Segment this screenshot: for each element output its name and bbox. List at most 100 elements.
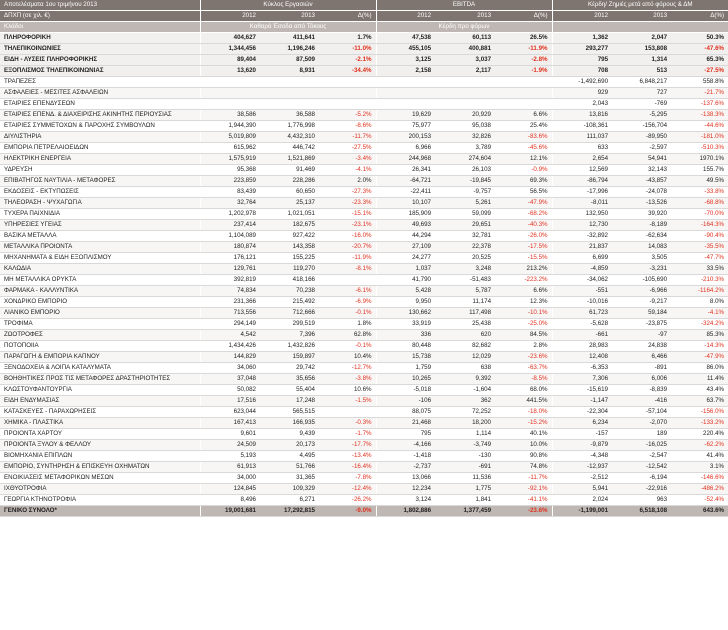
sales-delta: -12.7% [319, 362, 377, 374]
profit-delta: -68.8% [671, 197, 728, 209]
profit-delta: -133.2% [671, 417, 728, 429]
sector-name: ΒΟΗΘΗΤΙΚΕΣ ΠΡΟΣ ΤΙΣ ΜΕΤΑΦΟΡΕΣ ΔΡΑΣΤΗΡΙΟΤ… [0, 373, 200, 385]
profit-2013: -9,217 [612, 296, 672, 308]
table-row: ΦΑΡΜΑΚΑ - ΚΑΛΛΥΝΤΙΚΑ 74,834 70,238 -6.1% 5,4… [0, 285, 728, 297]
sector-name: ΤΡΑΠΕΖΕΣ [0, 76, 200, 88]
profit-2012: -32,892 [551, 230, 613, 242]
ebitda-2013: 32,781 [435, 230, 496, 242]
sales-delta: -3.8% [319, 373, 377, 385]
table-row: ΕΞΟΠΛΙΣΜΟΣ ΤΗΛΕΠΙΚΟΙΝΩΝΙΑΣ 13,620 8,931 -34… [0, 65, 728, 77]
sales-2013 [260, 87, 319, 99]
sales-delta: -1.5% [319, 395, 377, 407]
profit-2012: 633 [551, 142, 613, 154]
table-row: ΕΙΔΗ ΕΝΔΥΜΑΣΙΑΣ 17,516 17,248 -1.5% -106 362 4… [0, 395, 728, 407]
sales-delta: -1.7% [319, 428, 377, 440]
table-row: ΥΔΡΕΥΣΗ 95,368 91,469 -4.1% 26,341 26,103 -0.9… [0, 164, 728, 176]
ebitda-2012: 1,037 [375, 263, 436, 275]
table-row: ΕΜΠΟΡΙΟ, ΣΥΝΤΗΡΗΣΗ & ΕΠΙΣΚΕΥΗ ΟΧΗΜΑΤΩΝ 61… [0, 461, 728, 473]
ebitda-delta [495, 87, 553, 99]
sales-delta [319, 274, 377, 286]
sales-2012: 1,104,089 [199, 230, 260, 242]
sector-name: ΙΧΘΥΟΤΡΟΦΙΑ [0, 483, 200, 495]
sales-delta: -7.8% [319, 472, 377, 484]
profit-2013: -12,542 [612, 461, 672, 473]
sales-2013: 119,270 [260, 263, 319, 275]
sector-name: ΕΤΑΙΡΙΕΣ ΕΠΕΝΔΥΣΕΩΝ [0, 98, 200, 110]
ebitda-2012: 24,277 [375, 252, 436, 264]
sales-delta: -26.2% [319, 494, 377, 506]
sales-2012: 34,000 [199, 472, 260, 484]
profit-2012: -15,619 [551, 384, 613, 396]
sub-profit-label [551, 21, 728, 33]
sales-2013: 51,766 [260, 461, 319, 473]
table-row: ΛΙΑΝΙΚΟ ΕΜΠΟΡΙΟ 713,556 712,666 -0.1% 130,66… [0, 307, 728, 319]
sales-2012 [199, 87, 260, 99]
sales-2012: 392,819 [199, 274, 260, 286]
sales-2013: 55,404 [260, 384, 319, 396]
sector-name: ΕΜΠΟΡΙΟ, ΣΥΝΤΗΡΗΣΗ & ΕΠΙΣΚΕΥΗ ΟΧΗΜΑΤΩΝ [0, 461, 200, 473]
sales-delta: -27.5% [319, 142, 377, 154]
profit-delta: 8.0% [671, 296, 728, 308]
table-row: ΚΑΤΑΣΚΕΥΕΣ - ΠΑΡΑΧΩΡΗΣΕΙΣ 623,044 565,515 8… [0, 406, 728, 418]
profit-delta: 3.1% [671, 461, 728, 473]
sales-delta: -2.1% [319, 54, 377, 66]
ebitda-2013: 20,929 [435, 109, 496, 121]
ebitda-2012 [375, 98, 436, 110]
sales-2013: 1,432,826 [260, 340, 319, 352]
ebitda-2013: -691 [435, 461, 496, 473]
ebitda-delta: 56.5% [495, 186, 553, 198]
table-row: ΗΛΕΚΤΡΙΚΗ ΕΝΕΡΓΕΙΑ 1,575,919 1,521,869 -3.4… [0, 153, 728, 165]
profit-delta: -90.4% [671, 230, 728, 242]
ebitda-2013: 32,826 [435, 131, 496, 143]
profit-2013: 2,047 [612, 32, 672, 44]
ebitda-delta: -1.9% [495, 65, 553, 77]
profit-delta: 1970.1% [671, 153, 728, 165]
ebitda-2013: 95,038 [435, 120, 496, 132]
table-row: ΕΝΟΙΚΙΑΣΕΙΣ ΜΕΤΑΦΟΡΙΚΩΝ ΜΕΣΩΝ 34,000 31,36… [0, 472, 728, 484]
profit-2013: 963 [612, 494, 672, 506]
profit-2013: 59,184 [612, 307, 672, 319]
ebitda-2013: -1,604 [435, 384, 496, 396]
sales-2013: 155,225 [260, 252, 319, 264]
sector-name: ΕΠΙΒΑΤΗΓΟΣ ΝΑΥΤΙΛΙΑ - ΜΕΤΑΦΟΡΕΣ [0, 175, 200, 187]
results-table: Αποτελέσματα 1ου τριμήνου 2013 Κύκλος Ερ… [0, 0, 728, 517]
sector-name: ΦΑΡΜΑΚΑ - ΚΑΛΛΥΝΤΙΚΑ [0, 285, 200, 297]
ebitda-2013: 20,525 [435, 252, 496, 264]
profit-2012: -12,937 [551, 461, 613, 473]
ebitda-2012: 19,629 [375, 109, 436, 121]
ebitda-2013: 117,498 [435, 307, 496, 319]
ebitda-delta: -223.2% [495, 274, 553, 286]
profit-2013: -416 [612, 395, 672, 407]
sales-2013: 1,521,869 [260, 153, 319, 165]
profit-2013: -6,966 [612, 285, 672, 297]
ebitda-2012 [375, 87, 436, 99]
ebitda-delta: 68.0% [495, 384, 553, 396]
sales-2013: 1,776,998 [260, 120, 319, 132]
sales-delta: 2.0% [319, 175, 377, 187]
ebitda-2012: 3,124 [375, 494, 436, 506]
profit-2012: -22,304 [551, 406, 613, 418]
ebitda-2012: -5,018 [375, 384, 436, 396]
sector-name: ΜΗ ΜΕΤΑΛΛΙΚΑ ΟΡΥΚΤΑ [0, 274, 200, 286]
ebitda-2013: 9,392 [435, 373, 496, 385]
sales-2013: 182,675 [260, 219, 319, 231]
ebitda-2012: -2,737 [375, 461, 436, 473]
table-row: ΜΗΧΑΝΗΜΑΤΑ & ΕΙΔΗ ΕΞΟΠΛΙΣΜΟΥ 176,121 155,2… [0, 252, 728, 264]
ebitda-2012: 5,428 [375, 285, 436, 297]
sector-name: ΠΟΤΟΠΟΙΙΑ [0, 340, 200, 352]
sales-delta: -27.3% [319, 186, 377, 198]
table-row: ΜΗ ΜΕΤΑΛΛΙΚΑ ΟΡΥΚΤΑ 392,819 418,166 41,790-… [0, 274, 728, 286]
profit-2012: 293,277 [551, 43, 613, 55]
sales-2013: 36,588 [260, 109, 319, 121]
profit-delta: 11.4% [671, 373, 728, 385]
total-sales-2013: 17,292,815 [260, 505, 319, 517]
ebitda-2012: 12,234 [375, 483, 436, 495]
table-row: ΠΛΗΡΟΦΟΡΙΚΗ 404,627 411,641 1.7% 47,538 60,11… [0, 32, 728, 44]
profit-delta: 49.5% [671, 175, 728, 187]
ebitda-delta: -23.6% [495, 351, 553, 363]
ebitda-2013: 59,099 [435, 208, 496, 220]
table-row: ΤΡΑΠΕΖΕΣ -1,492,690 6,848,217 558.8% [0, 76, 728, 88]
sales-2013 [260, 76, 319, 88]
ebitda-delta [495, 76, 553, 88]
sales-delta: -12.4% [319, 483, 377, 495]
